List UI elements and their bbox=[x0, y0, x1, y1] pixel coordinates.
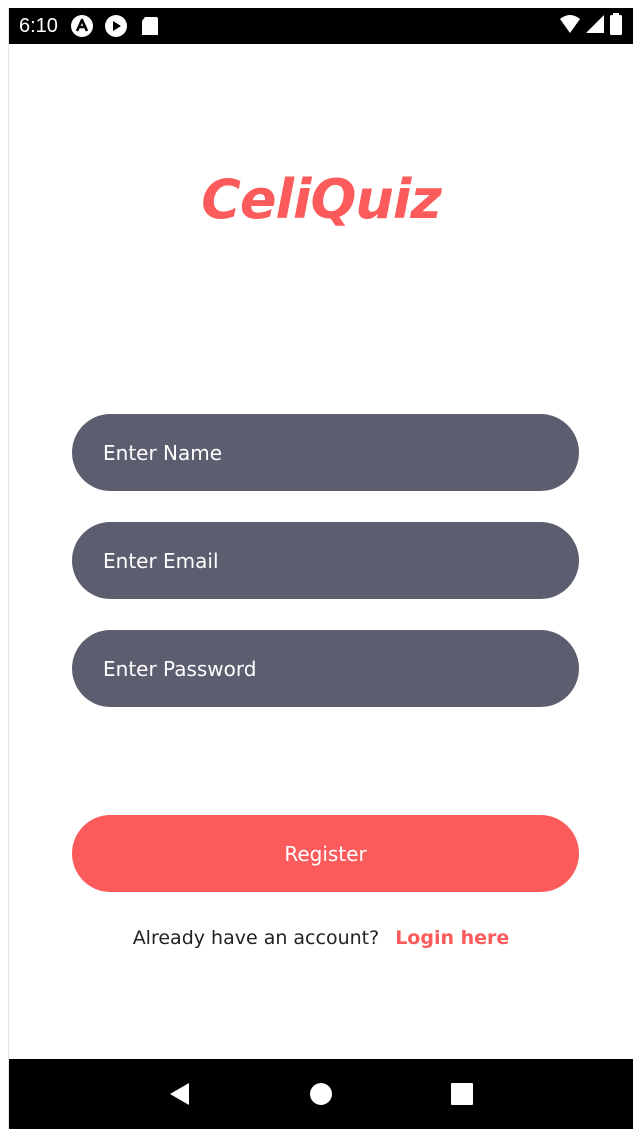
status-right-icons bbox=[559, 12, 623, 40]
login-link[interactable]: Login here bbox=[395, 927, 509, 949]
app-screen: 6:10 CeliQuiz Enter Name Enter Email Reg… bbox=[8, 8, 633, 1129]
sd-card-icon bbox=[138, 14, 162, 38]
play-circle-icon bbox=[104, 14, 128, 38]
name-input[interactable] bbox=[103, 440, 579, 465]
a-circle-icon bbox=[70, 14, 94, 38]
back-icon[interactable] bbox=[160, 1074, 200, 1114]
system-nav-bar bbox=[9, 1059, 633, 1129]
signal-icon bbox=[585, 14, 605, 39]
battery-icon bbox=[609, 12, 623, 40]
home-icon[interactable] bbox=[301, 1074, 341, 1114]
email-field[interactable] bbox=[72, 522, 579, 599]
register-button[interactable]: Register bbox=[72, 815, 579, 892]
password-field[interactable] bbox=[72, 630, 579, 707]
login-prompt-row: Already have an account? Login here bbox=[9, 927, 633, 949]
password-input[interactable] bbox=[103, 656, 579, 681]
status-time: 6:10 bbox=[19, 14, 58, 37]
login-prompt-text: Already have an account? bbox=[132, 927, 380, 949]
name-field[interactable] bbox=[72, 414, 579, 491]
status-bar: 6:10 bbox=[9, 8, 633, 44]
wifi-icon bbox=[559, 14, 581, 39]
email-input[interactable] bbox=[103, 548, 579, 573]
recents-icon[interactable] bbox=[442, 1074, 482, 1114]
app-logo: CeliQuiz bbox=[201, 168, 442, 231]
